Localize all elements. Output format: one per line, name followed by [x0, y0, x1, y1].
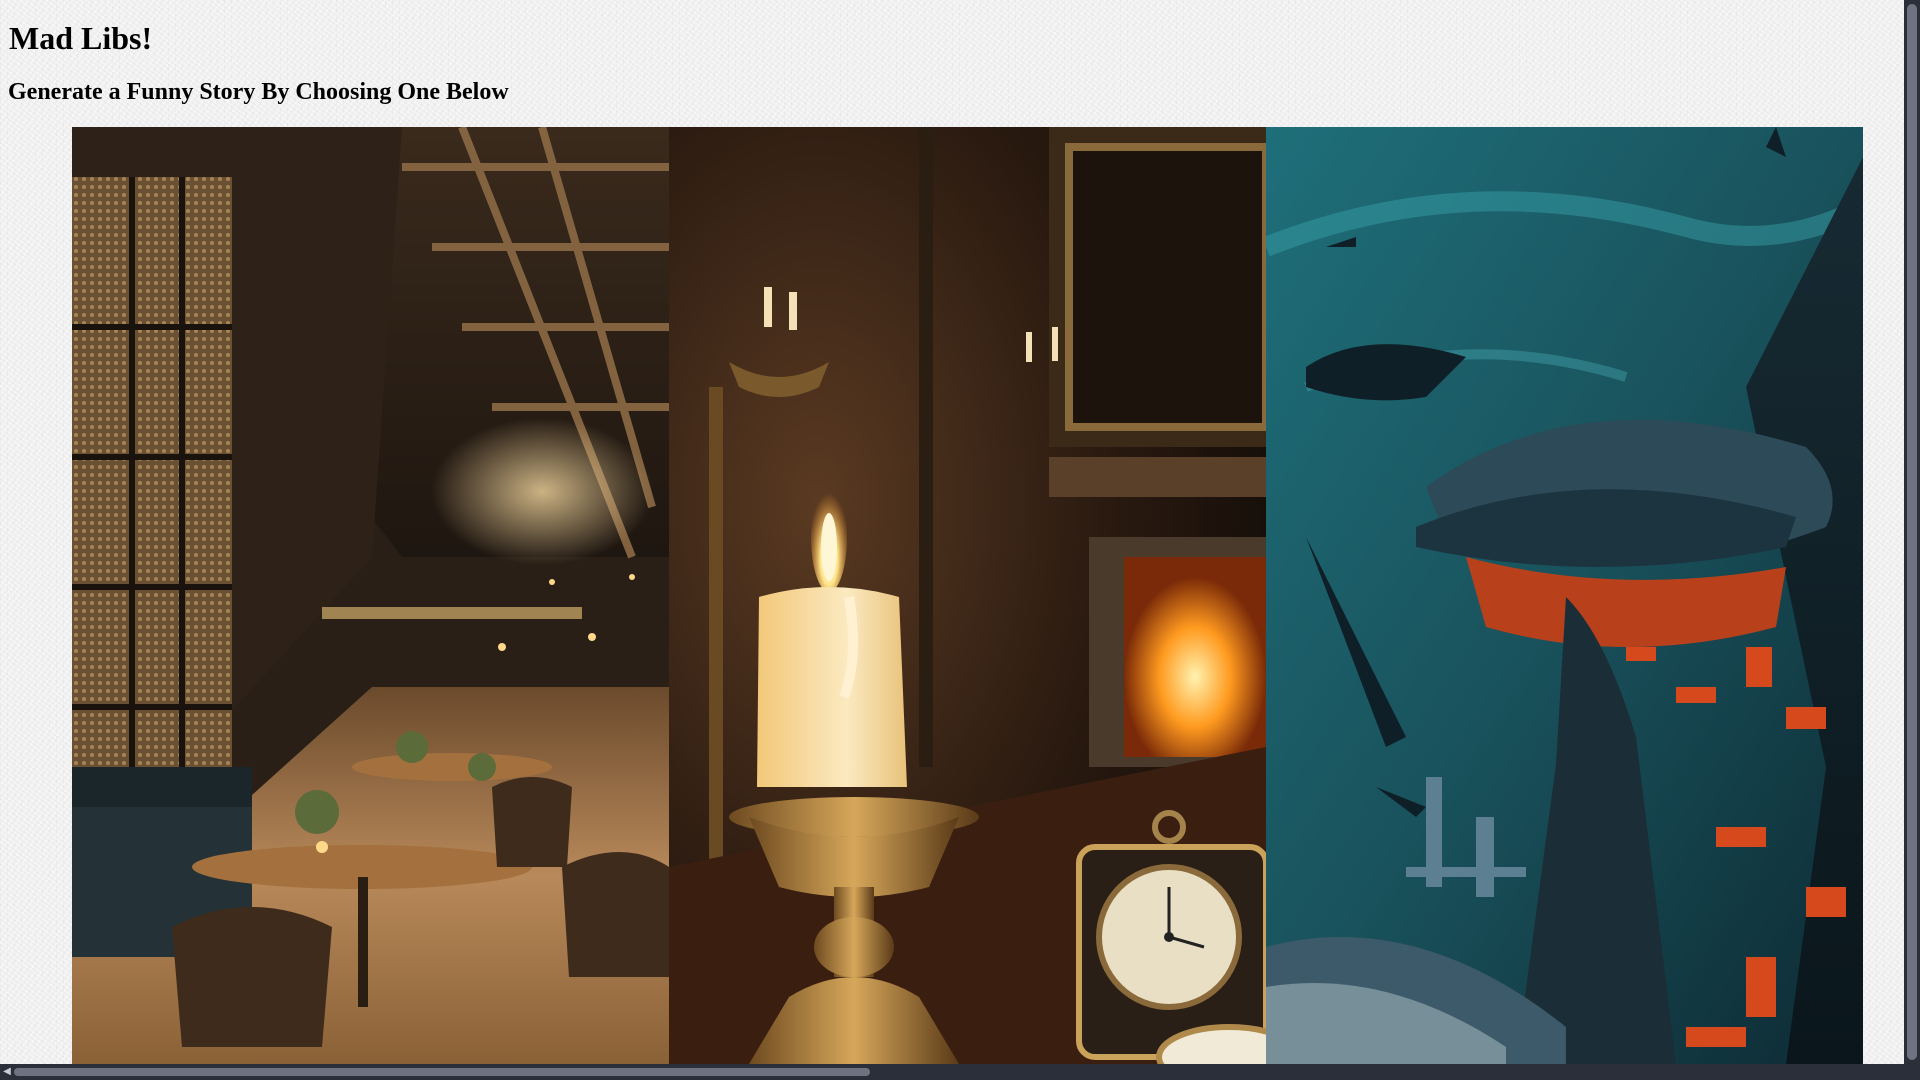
scroll-left-arrow-icon[interactable]: ◀ [2, 1067, 12, 1077]
candle-watch-image[interactable] [669, 127, 1266, 1064]
restaurant-image[interactable] [72, 127, 669, 1064]
vertical-scrollbar[interactable] [1904, 0, 1920, 1064]
story-card-space[interactable] [1266, 127, 1863, 1064]
page-title: Mad Libs! [9, 20, 153, 56]
page-subtitle: Generate a Funny Story By Choosing One B… [8, 79, 509, 105]
scrollbar-corner [1904, 1064, 1920, 1080]
horizontal-scrollbar[interactable]: ◀ [0, 1064, 1920, 1080]
page-content: Mad Libs! Generate a Funny Story By Choo… [0, 0, 1904, 1064]
story-card-restaurant[interactable] [72, 127, 669, 1064]
story-choice-gallery [72, 127, 1904, 1064]
story-card-candle[interactable] [669, 127, 1266, 1064]
horizontal-scrollbar-thumb[interactable] [14, 1068, 870, 1076]
spaceship-wreck-image[interactable] [1266, 127, 1863, 1064]
vertical-scrollbar-thumb[interactable] [1907, 4, 1917, 1060]
